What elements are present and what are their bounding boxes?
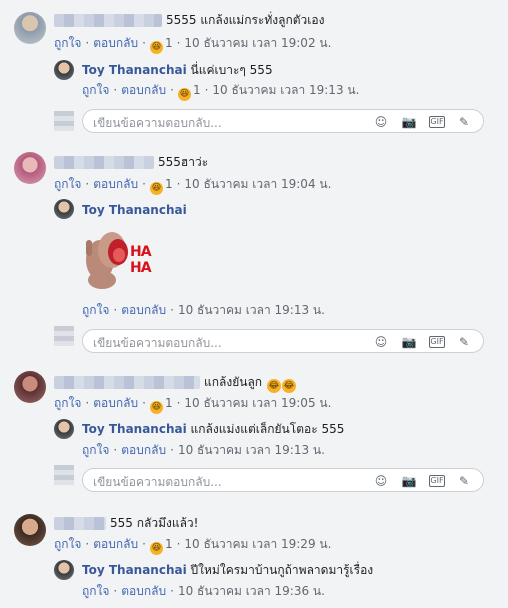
timestamp[interactable]: 10 ธันวาคม เวลา 19:13 น. [212, 83, 359, 97]
like-link[interactable]: ถูกใจ [82, 443, 109, 457]
reply-link[interactable]: ตอบกลับ [121, 443, 166, 457]
sticker-text: HA HA [130, 244, 152, 276]
comment-text: แกล้งยันลูก [204, 375, 263, 389]
reply-body: Toy Thananchai แกล้งแม่งแต่เล็กยันโตอะ 5… [82, 421, 344, 437]
reply-body: Toy Thananchai [82, 202, 187, 218]
comment-body: แกล้งยันลูก 😂 😂 [54, 374, 296, 393]
like-link[interactable]: ถูกใจ [54, 537, 81, 551]
reply-body: Toy Thananchai ปีใหม่ใครมาบ้านกูถ้าพลาดม… [82, 562, 373, 578]
camera-icon[interactable]: 📷 [401, 334, 417, 350]
blurred-user-avatar [54, 326, 74, 346]
comment-text: 555ฮาว่ะ [158, 155, 209, 169]
haha-sticker[interactable]: HA HA [82, 222, 160, 294]
comment-body: 5555 แกล้งแม่กระทั่งลูกตัวเอง [54, 12, 324, 28]
haha-reaction-icon[interactable]: 😆 [149, 182, 163, 195]
timestamp[interactable]: 10 ธันวาคม เวลา 19:05 น. [184, 396, 331, 410]
reply-actions: ถูกใจ · ตอบกลับ · 😆 1 · 10 ธันวาคม เวลา 19:13 น… [82, 83, 360, 101]
reaction-count[interactable]: 1 [165, 396, 173, 410]
commenter-avatar[interactable] [14, 371, 46, 403]
reply-link[interactable]: ตอบกลับ [121, 83, 166, 97]
comment-text: 555 กลัวมึงแล้ว! [110, 516, 199, 530]
blurred-commenter-name[interactable] [54, 14, 162, 27]
commenter-avatar[interactable] [14, 514, 46, 546]
reply-text: แกล้งแม่งแต่เล็กยันโตอะ 555 [190, 422, 345, 436]
reply-link[interactable]: ตอบกลับ [93, 537, 138, 551]
timestamp[interactable]: 10 ธันวาคม เวลา 19:29 น. [184, 537, 331, 551]
emoji-icon[interactable]: ☺ [373, 334, 389, 350]
emoji-icon[interactable]: ☺ [373, 473, 389, 489]
reply-link[interactable]: ตอบกลับ [121, 303, 166, 317]
reaction-count[interactable]: 1 [193, 83, 201, 97]
reply-actions: ถูกใจ · ตอบกลับ · 10 ธันวาคม เวลา 19:13 น. [82, 443, 325, 457]
haha-reaction-icon[interactable]: 😆 [177, 88, 191, 101]
sticker-icon[interactable]: ✎ [456, 114, 472, 130]
like-link[interactable]: ถูกใจ [54, 36, 81, 50]
blurred-commenter-name[interactable] [54, 156, 154, 169]
timestamp[interactable]: 10 ธันวาคม เวลา 19:36 น. [178, 584, 325, 598]
reply-author-name[interactable]: Toy Thananchai [82, 563, 187, 577]
camera-icon[interactable]: 📷 [401, 473, 417, 489]
reply-input[interactable]: เขียนข้อความตอบกลับ... ☺ 📷 GIF ✎ [82, 109, 484, 133]
emoji-icon[interactable]: ☺ [373, 114, 389, 130]
reply-text: นี่แค่เบาะๆ 555 [190, 63, 273, 77]
gif-icon[interactable]: GIF [429, 116, 445, 128]
comment-actions: ถูกใจ · ตอบกลับ · 😆 1 · 10 ธันวาคม เวลา 19:29 น… [54, 537, 332, 555]
haha-reaction-icon[interactable]: 😆 [149, 542, 163, 555]
camera-icon[interactable]: 📷 [401, 114, 417, 130]
reply-body: Toy Thananchai นี่แค่เบาะๆ 555 [82, 62, 273, 78]
like-link[interactable]: ถูกใจ [82, 584, 109, 598]
reply-link[interactable]: ตอบกลับ [93, 177, 138, 191]
comment-body: 555ฮาว่ะ [54, 154, 208, 170]
reply-link[interactable]: ตอบกลับ [121, 584, 166, 598]
haha-reaction-icon[interactable]: 😆 [149, 401, 163, 414]
comment-actions: ถูกใจ · ตอบกลับ · 😆 1 · 10 ธันวาคม เวลา 19:02 น… [54, 36, 332, 54]
reply-input[interactable]: เขียนข้อความตอบกลับ... ☺ 📷 GIF ✎ [82, 468, 484, 492]
reply-link[interactable]: ตอบกลับ [93, 396, 138, 410]
laughing-emoji-icon: 😂 [281, 379, 296, 393]
comment-text: 5555 แกล้งแม่กระทั่งลูกตัวเอง [166, 13, 325, 27]
timestamp[interactable]: 10 ธันวาคม เวลา 19:13 น. [178, 303, 325, 317]
sticker-icon[interactable]: ✎ [456, 334, 472, 350]
reply-avatar[interactable] [54, 419, 74, 439]
gif-icon[interactable]: GIF [429, 475, 445, 487]
reaction-count[interactable]: 1 [165, 177, 173, 191]
comment-body: 555 กลัวมึงแล้ว! [54, 515, 198, 531]
reaction-count[interactable]: 1 [165, 36, 173, 50]
haha-reaction-icon[interactable]: 😆 [149, 41, 163, 54]
reply-avatar[interactable] [54, 199, 74, 219]
reply-input[interactable]: เขียนข้อความตอบกลับ... ☺ 📷 GIF ✎ [82, 329, 484, 353]
reply-actions: ถูกใจ · ตอบกลับ · 10 ธันวาคม เวลา 19:36 น. [82, 584, 325, 598]
comment-actions: ถูกใจ · ตอบกลับ · 😆 1 · 10 ธันวาคม เวลา 19:04 น… [54, 177, 332, 195]
reaction-count[interactable]: 1 [165, 537, 173, 551]
reply-avatar[interactable] [54, 60, 74, 80]
reply-author-name[interactable]: Toy Thananchai [82, 203, 187, 217]
gif-icon[interactable]: GIF [429, 336, 445, 348]
reply-avatar[interactable] [54, 560, 74, 580]
like-link[interactable]: ถูกใจ [82, 83, 109, 97]
reply-text: ปีใหม่ใครมาบ้านกูถ้าพลาดมารู้เรื่อง [190, 563, 374, 577]
timestamp[interactable]: 10 ธันวาคม เวลา 19:02 น. [184, 36, 331, 50]
timestamp[interactable]: 10 ธันวาคม เวลา 19:13 น. [178, 443, 325, 457]
like-link[interactable]: ถูกใจ [54, 396, 81, 410]
blurred-commenter-name[interactable] [54, 517, 106, 530]
timestamp[interactable]: 10 ธันวาคม เวลา 19:04 น. [184, 177, 331, 191]
reply-author-name[interactable]: Toy Thananchai [82, 63, 187, 77]
reply-link[interactable]: ตอบกลับ [93, 36, 138, 50]
laughing-emoji-icon: 😂 [266, 379, 281, 393]
reply-author-name[interactable]: Toy Thananchai [82, 422, 187, 436]
comment-actions: ถูกใจ · ตอบกลับ · 😆 1 · 10 ธันวาคม เวลา 19:05 น… [54, 396, 332, 414]
commenter-avatar[interactable] [14, 12, 46, 44]
blurred-commenter-name[interactable] [54, 376, 200, 389]
like-link[interactable]: ถูกใจ [82, 303, 109, 317]
sticker-icon[interactable]: ✎ [456, 473, 472, 489]
commenter-avatar[interactable] [14, 152, 46, 184]
like-link[interactable]: ถูกใจ [54, 177, 81, 191]
blurred-user-avatar [54, 465, 74, 485]
reply-actions: ถูกใจ · ตอบกลับ · 10 ธันวาคม เวลา 19:13 น. [82, 303, 325, 317]
blurred-user-avatar [54, 111, 74, 131]
